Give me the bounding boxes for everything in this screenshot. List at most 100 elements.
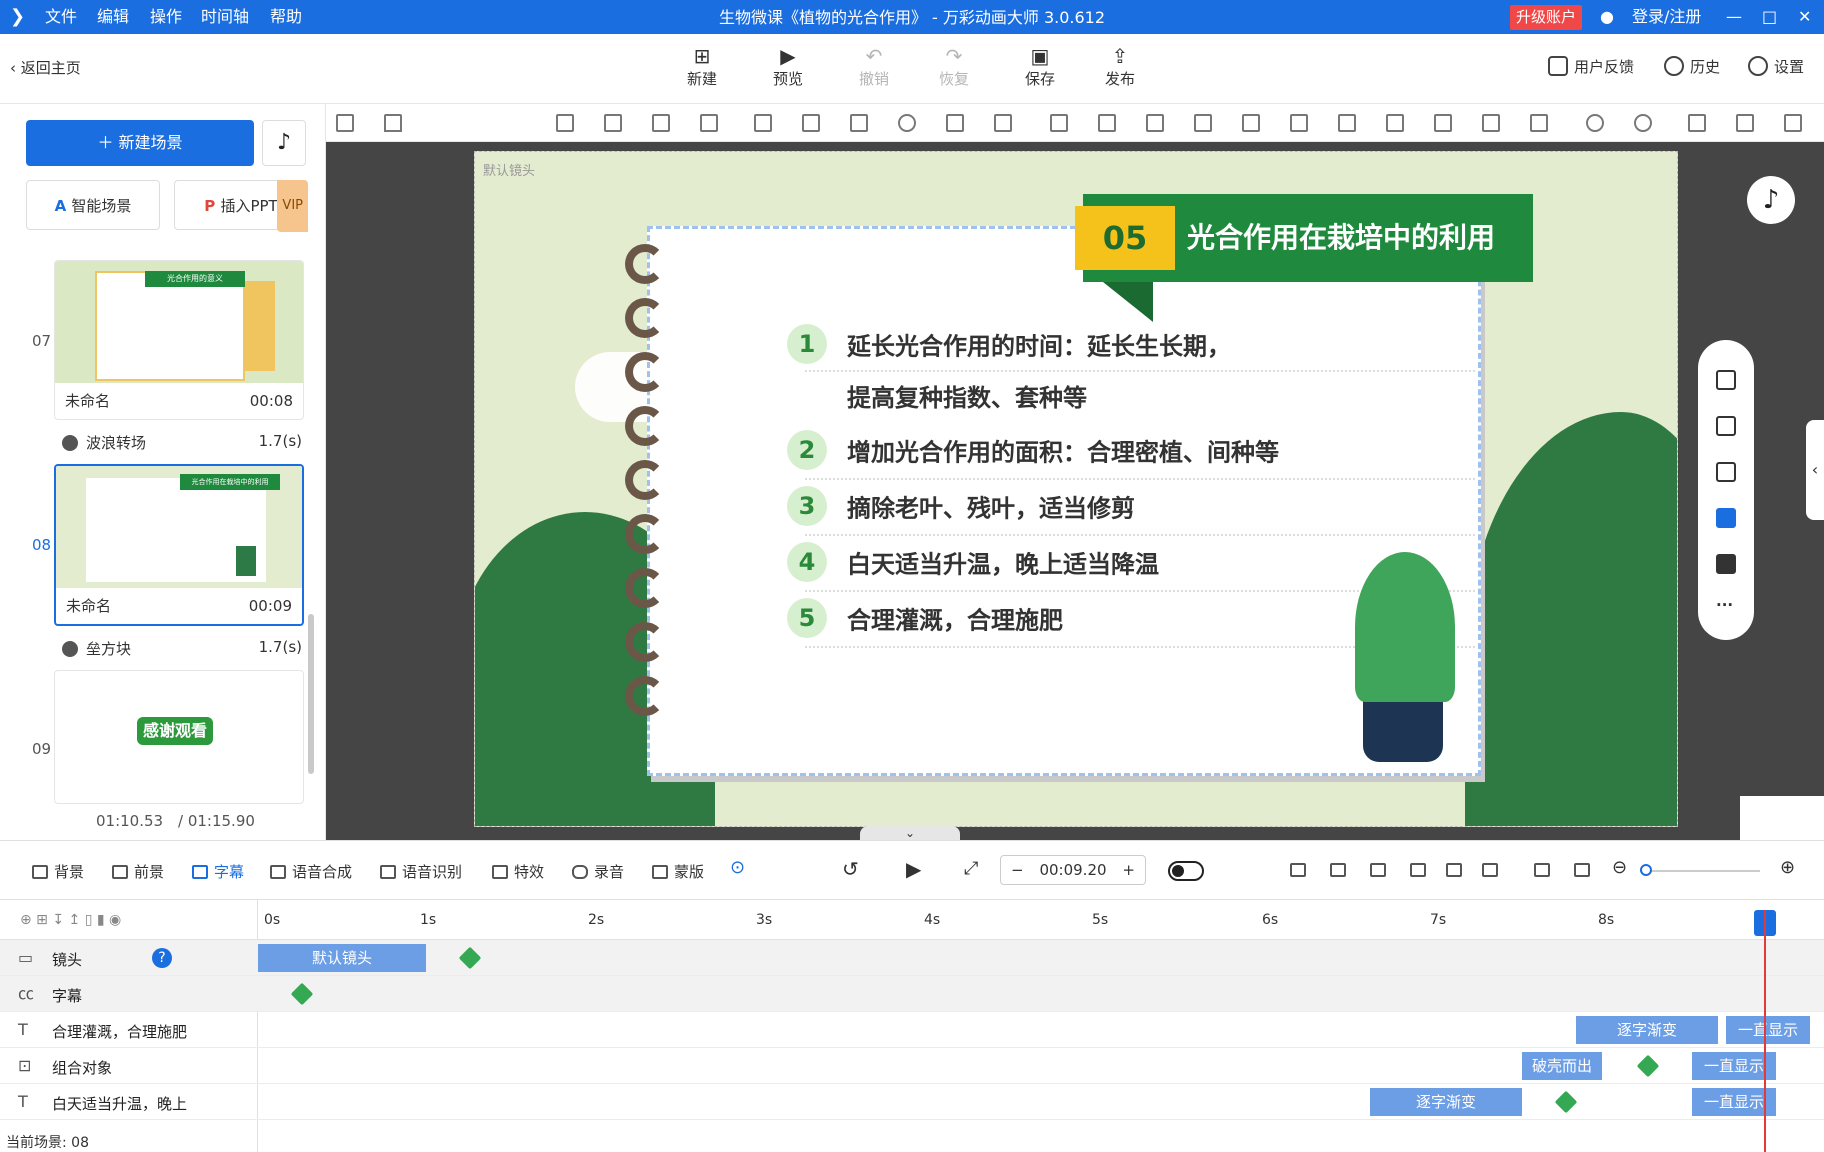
track-text[interactable]: T 白天适当升温，晚上 逐字渐变 一直显示 <box>0 1084 1824 1120</box>
add-keyframe-icon[interactable] <box>1554 1090 1578 1114</box>
align-top-icon[interactable] <box>1050 114 1068 132</box>
plus-icon[interactable]: + <box>1122 856 1135 884</box>
rotate-canvas-icon[interactable] <box>1716 416 1736 436</box>
collapse-right-icon[interactable]: ‹ <box>1806 420 1824 520</box>
lock-all-icon[interactable] <box>1688 114 1706 132</box>
back-home-button[interactable]: ‹ 返回主页 <box>10 57 81 78</box>
transition-item[interactable]: 垒方块 1.7(s) <box>62 638 302 659</box>
add-keyframe-icon[interactable] <box>458 946 482 970</box>
more-tabs-icon[interactable]: ⊙ <box>730 857 745 878</box>
tab-effects[interactable]: 特效 <box>492 861 544 882</box>
bottom-edge-icon[interactable] <box>1482 114 1500 132</box>
zoom-out-timeline-icon[interactable]: ⊖ <box>1612 857 1627 878</box>
align-middle-icon[interactable] <box>1242 114 1260 132</box>
tab-mask[interactable]: 蒙版 <box>652 861 704 882</box>
screen-landscape-icon[interactable] <box>1716 508 1736 528</box>
track-subtitle[interactable]: ㏄ 字幕 <box>0 976 1824 1012</box>
ruler-icon[interactable] <box>336 114 354 132</box>
smart-scene-button[interactable]: A 智能场景 <box>26 180 160 230</box>
fit-screen-icon[interactable] <box>994 114 1012 132</box>
redo-button[interactable]: ↷ 恢复 <box>926 44 982 89</box>
music-button[interactable]: ♪ <box>262 120 306 166</box>
more-icon[interactable]: ··· <box>1716 598 1736 618</box>
play-icon[interactable]: ▶ <box>906 857 921 881</box>
time-ruler[interactable]: ⊕ ⊞ ↧ ↥ ▯ ▮ ◉ 0s 1s 2s 3s 4s 5s 6s 7s 8s <box>0 900 1824 940</box>
settings-button[interactable]: 设置 <box>1748 56 1804 77</box>
maximize-icon[interactable]: □ <box>1762 0 1777 34</box>
time-stepper[interactable]: −00:09.20 + <box>1000 855 1146 885</box>
track-group[interactable]: ⊡ 组合对象 破壳而出 一直显示 <box>0 1048 1824 1084</box>
tab-foreground[interactable]: 前景 <box>112 861 164 882</box>
scene-card-08[interactable]: 光合作用在栽培中的利用 未命名 00:09 <box>54 464 304 626</box>
minus-icon[interactable]: − <box>1011 856 1024 884</box>
publish-button[interactable]: ⇪ 发布 <box>1092 44 1148 89</box>
replay-icon[interactable]: ↺ <box>842 857 859 881</box>
list-item[interactable]: 1 延长光合作用的时间：延长生长期， <box>787 324 1231 364</box>
music-round-button[interactable]: ♪ <box>1747 176 1795 224</box>
flip-v-icon[interactable] <box>802 114 820 132</box>
align-bottom-icon[interactable] <box>1146 114 1164 132</box>
tab-speech-recognition[interactable]: 语音识别 <box>380 861 462 882</box>
track-text[interactable]: T 合理灌溉，合理施肥 逐字渐变 一直显示 <box>0 1012 1824 1048</box>
upgrade-button[interactable]: 升级账户 <box>1510 5 1583 30</box>
plant-pot[interactable] <box>1363 698 1443 762</box>
feedback-button[interactable]: 用户反馈 <box>1548 56 1634 77</box>
animation-clip[interactable]: 破壳而出 <box>1522 1052 1602 1080</box>
bracket-icon[interactable] <box>1290 861 1312 879</box>
close-icon[interactable]: ✕ <box>1798 0 1811 34</box>
center-h-icon[interactable] <box>1386 114 1404 132</box>
list-item[interactable]: 2 增加光合作用的面积：合理密植、间种等 <box>787 430 1279 470</box>
insert-ppt-button[interactable]: P 插入PPT VIP <box>174 180 308 232</box>
add-keyframe-icon[interactable] <box>1636 1054 1660 1078</box>
zoom-slider[interactable] <box>1640 870 1760 872</box>
zoom-slider-knob[interactable] <box>1640 864 1652 876</box>
split-icon[interactable] <box>1410 861 1432 879</box>
new-button[interactable]: ⊞ 新建 <box>674 44 730 89</box>
add-keyframe-icon[interactable] <box>290 982 314 1006</box>
user-avatar-icon[interactable]: ● <box>1600 0 1614 34</box>
animation-clip[interactable]: 一直显示 <box>1726 1016 1810 1044</box>
filter-icon[interactable] <box>1446 861 1468 879</box>
preview-thumb-button[interactable] <box>1740 796 1824 840</box>
scene-card-07[interactable]: 光合作用的意义 未命名 00:08 <box>54 260 304 420</box>
help-icon[interactable]: ? <box>152 948 172 968</box>
lock-icon[interactable] <box>850 114 868 132</box>
rotate-icon[interactable] <box>898 114 916 132</box>
list-item[interactable]: 3 摘除老叶、残叶，适当修剪 <box>787 486 1135 526</box>
distribute-v-icon[interactable] <box>1194 114 1212 132</box>
loop-toggle[interactable] <box>1168 861 1204 881</box>
new-scene-button[interactable]: ＋ 新建场景 <box>26 120 254 166</box>
undo-button[interactable]: ↶ 撤销 <box>846 44 902 89</box>
tab-record[interactable]: 录音 <box>572 861 624 882</box>
adjust-icon[interactable] <box>1482 861 1504 879</box>
align-left-icon[interactable] <box>1290 114 1308 132</box>
paste-icon[interactable] <box>1784 114 1802 132</box>
history-button[interactable]: 历史 <box>1664 56 1720 77</box>
login-button[interactable]: 登录/注册 <box>1632 0 1701 34</box>
zoom-in-icon[interactable] <box>1586 114 1604 132</box>
list-item[interactable]: 提高复种指数、套种等 <box>847 378 1087 413</box>
distribute-h-icon[interactable] <box>1098 114 1116 132</box>
tab-background[interactable]: 背景 <box>32 861 84 882</box>
preview-button[interactable]: ▶ 预览 <box>760 44 816 89</box>
playhead[interactable] <box>1764 910 1766 1152</box>
fit-width-icon[interactable] <box>1534 861 1556 879</box>
scene-scrollbar[interactable] <box>308 614 314 774</box>
align-right-icon[interactable] <box>1338 114 1356 132</box>
list-item[interactable]: 5 合理灌溉，合理施肥 <box>787 598 1063 638</box>
align-center-icon[interactable] <box>652 114 670 132</box>
home-icon[interactable] <box>384 114 402 132</box>
fullscreen-icon[interactable]: ⤢ <box>964 858 978 879</box>
section-banner[interactable]: 05 光合作用在栽培中的利用 <box>1075 194 1533 322</box>
flip-h-icon[interactable] <box>754 114 772 132</box>
animation-clip[interactable]: 逐字渐变 <box>1370 1088 1522 1116</box>
tab-tts[interactable]: 语音合成 <box>270 861 352 882</box>
camera-clip[interactable]: 默认镜头 <box>258 944 426 972</box>
collapse-down-icon[interactable]: ⌄ <box>860 826 960 840</box>
camera-icon[interactable] <box>1330 861 1352 879</box>
center-v-icon[interactable] <box>1530 114 1548 132</box>
track-camera[interactable]: ▭ 镜头 ? 默认镜头 <box>0 940 1824 976</box>
top-edge-icon[interactable] <box>1434 114 1452 132</box>
zoom-out-icon[interactable] <box>1634 114 1652 132</box>
scene-card-09[interactable]: 感谢观看 <box>54 670 304 804</box>
